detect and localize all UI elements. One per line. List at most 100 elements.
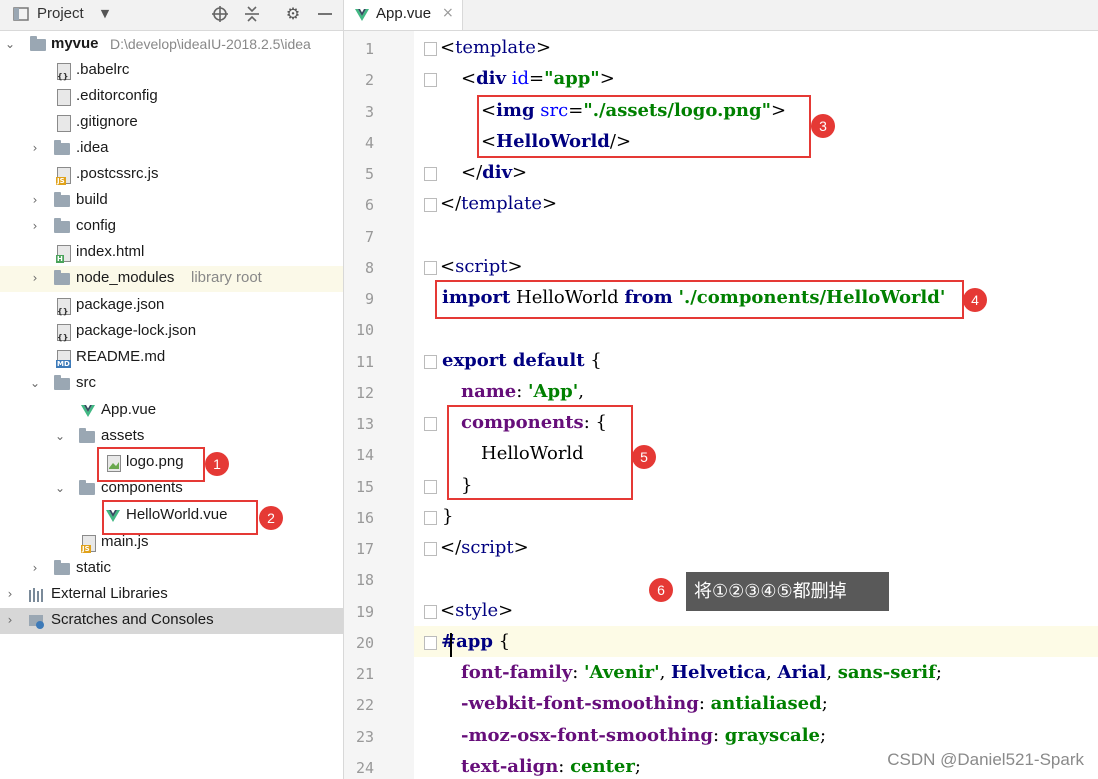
line-number: 9 [364,290,374,308]
text-caret [450,633,452,657]
code-line-21[interactable]: font-family: 'Avenir', Helvetica, Arial,… [461,662,942,683]
fold-marker-icon[interactable] [424,355,437,369]
line-number: 7 [364,228,374,246]
tree-item-label: index.html [76,243,145,260]
tree-item-label: External Libraries [51,585,168,602]
fold-marker-icon[interactable] [424,636,437,650]
chevron-right-icon[interactable]: › [28,271,42,285]
code-line-16[interactable]: } [442,506,453,527]
fold-marker-icon[interactable] [424,261,437,275]
code-line-22[interactable]: -webkit-font-smoothing: antialiased; [461,693,828,714]
tree-item-label: .gitignore [76,113,138,130]
code-line-8[interactable]: <script> [440,256,523,277]
tree-item-label: .idea [76,139,109,156]
locate-icon[interactable] [211,5,229,23]
chevron-down-icon[interactable]: ⌄ [3,37,17,51]
gear-icon[interactable]: ⚙ [284,5,302,23]
fold-marker-icon[interactable] [424,480,437,494]
tree-item-myvue[interactable]: ⌄ myvue D:\develop\ideaIU-2018.2.5\idea [0,32,343,58]
tree-item-external-libraries[interactable]: › External Libraries [0,582,343,608]
line-number: 19 [355,603,374,621]
annotation-box-4 [435,280,964,319]
chevron-right-icon[interactable]: › [3,613,17,627]
close-icon[interactable]: × [442,5,454,21]
chevron-down-icon[interactable]: ⌄ [53,481,67,495]
tree-item-config[interactable]: › config [0,214,343,240]
chevron-down-icon[interactable]: ▼ [96,5,114,23]
line-number: 5 [364,165,374,183]
tree-item-gitignore[interactable]: .gitignore [0,110,343,136]
fold-marker-icon[interactable] [424,511,437,525]
chevron-right-icon[interactable]: › [28,193,42,207]
tree-item-scratches[interactable]: › Scratches and Consoles [0,608,343,634]
chevron-right-icon[interactable]: › [3,587,17,601]
tree-item-idea[interactable]: › .idea [0,136,343,162]
tree-item-postcssrc[interactable]: JS .postcssrc.js [0,162,343,188]
code-line-1[interactable]: <template> [440,37,551,58]
line-number: 23 [355,728,374,746]
fold-marker-icon[interactable] [424,605,437,619]
js-file-icon: JS [56,167,71,185]
vue-file-icon [354,7,370,27]
project-panel-title[interactable]: Project [37,5,84,22]
tree-item-label: src [76,374,96,391]
text-file-icon [57,115,71,132]
tree-item-editorconfig[interactable]: .editorconfig [0,84,343,110]
annotation-marker-3: 3 [811,114,835,138]
folder-icon [54,375,70,390]
fold-marker-icon[interactable] [424,417,437,431]
tree-item-label: README.md [76,348,166,365]
tree-item-babelrc[interactable]: {} .babelrc [0,58,343,84]
code-line-2[interactable]: <div id="app"> [461,68,615,89]
folder-icon [79,480,95,495]
fold-marker-icon[interactable] [424,198,437,212]
tree-item-build[interactable]: › build [0,188,343,214]
chevron-down-icon[interactable]: ⌄ [53,429,67,443]
code-line-5[interactable]: </div> [461,162,527,183]
tree-item-node-modules[interactable]: › node_modules library root [0,266,343,292]
chevron-down-icon[interactable]: ⌄ [28,376,42,390]
line-number: 18 [355,571,374,589]
code-line-24[interactable]: text-align: center; [461,756,641,777]
project-panel: Project ▼ ⚙ ⌄ myvue D:\develop\ideaIU-20… [0,0,344,779]
line-number: 20 [355,634,374,652]
code-line-17[interactable]: </script> [440,537,529,558]
line-number: 22 [355,696,374,714]
annotation-box-3 [477,95,811,158]
line-number: 16 [355,509,374,527]
chevron-right-icon[interactable]: › [28,141,42,155]
tree-item-app-vue[interactable]: App.vue [0,398,343,424]
json-file-icon: {} [57,298,71,316]
editor-panel: App.vue × 1 2 3 4 5 6 7 8 9 10 11 12 13 … [344,0,1098,779]
annotation-marker-4: 4 [963,288,987,312]
chevron-right-icon[interactable]: › [28,561,42,575]
fold-marker-icon[interactable] [424,167,437,181]
fold-marker-icon[interactable] [424,42,437,56]
tree-item-index-html[interactable]: H index.html [0,240,343,266]
tree-item-label: build [76,191,108,208]
code-line-11[interactable]: export default { [442,350,602,371]
line-number: 24 [355,759,374,777]
scratches-icon [28,613,44,629]
tree-item-package-json[interactable]: {} package.json [0,293,343,319]
collapse-all-icon[interactable] [243,5,261,23]
tree-item-src[interactable]: ⌄ src [0,371,343,397]
tree-item-static[interactable]: › static [0,556,343,582]
json-file-icon: {} [57,324,71,342]
folder-icon [54,192,70,207]
line-number: 3 [364,103,374,121]
fold-marker-icon[interactable] [424,542,437,556]
code-line-12[interactable]: name: 'App', [461,381,584,402]
editor-tab-bar: App.vue × [344,0,1098,31]
tree-item-readme[interactable]: MD README.md [0,345,343,371]
fold-marker-icon[interactable] [424,73,437,87]
tree-item-package-lock-json[interactable]: {} package-lock.json [0,319,343,345]
minimize-icon[interactable] [316,5,334,23]
code-line-6[interactable]: </template> [440,193,557,214]
code-line-23[interactable]: -moz-osx-font-smoothing: grayscale; [461,725,826,746]
code-line-19[interactable]: <style> [440,600,513,621]
chevron-right-icon[interactable]: › [28,219,42,233]
annotation-note: 将①②③④⑤都删掉 [686,572,889,611]
tree-item-label: App.vue [101,401,157,418]
tab-app-vue[interactable]: App.vue × [344,0,463,30]
